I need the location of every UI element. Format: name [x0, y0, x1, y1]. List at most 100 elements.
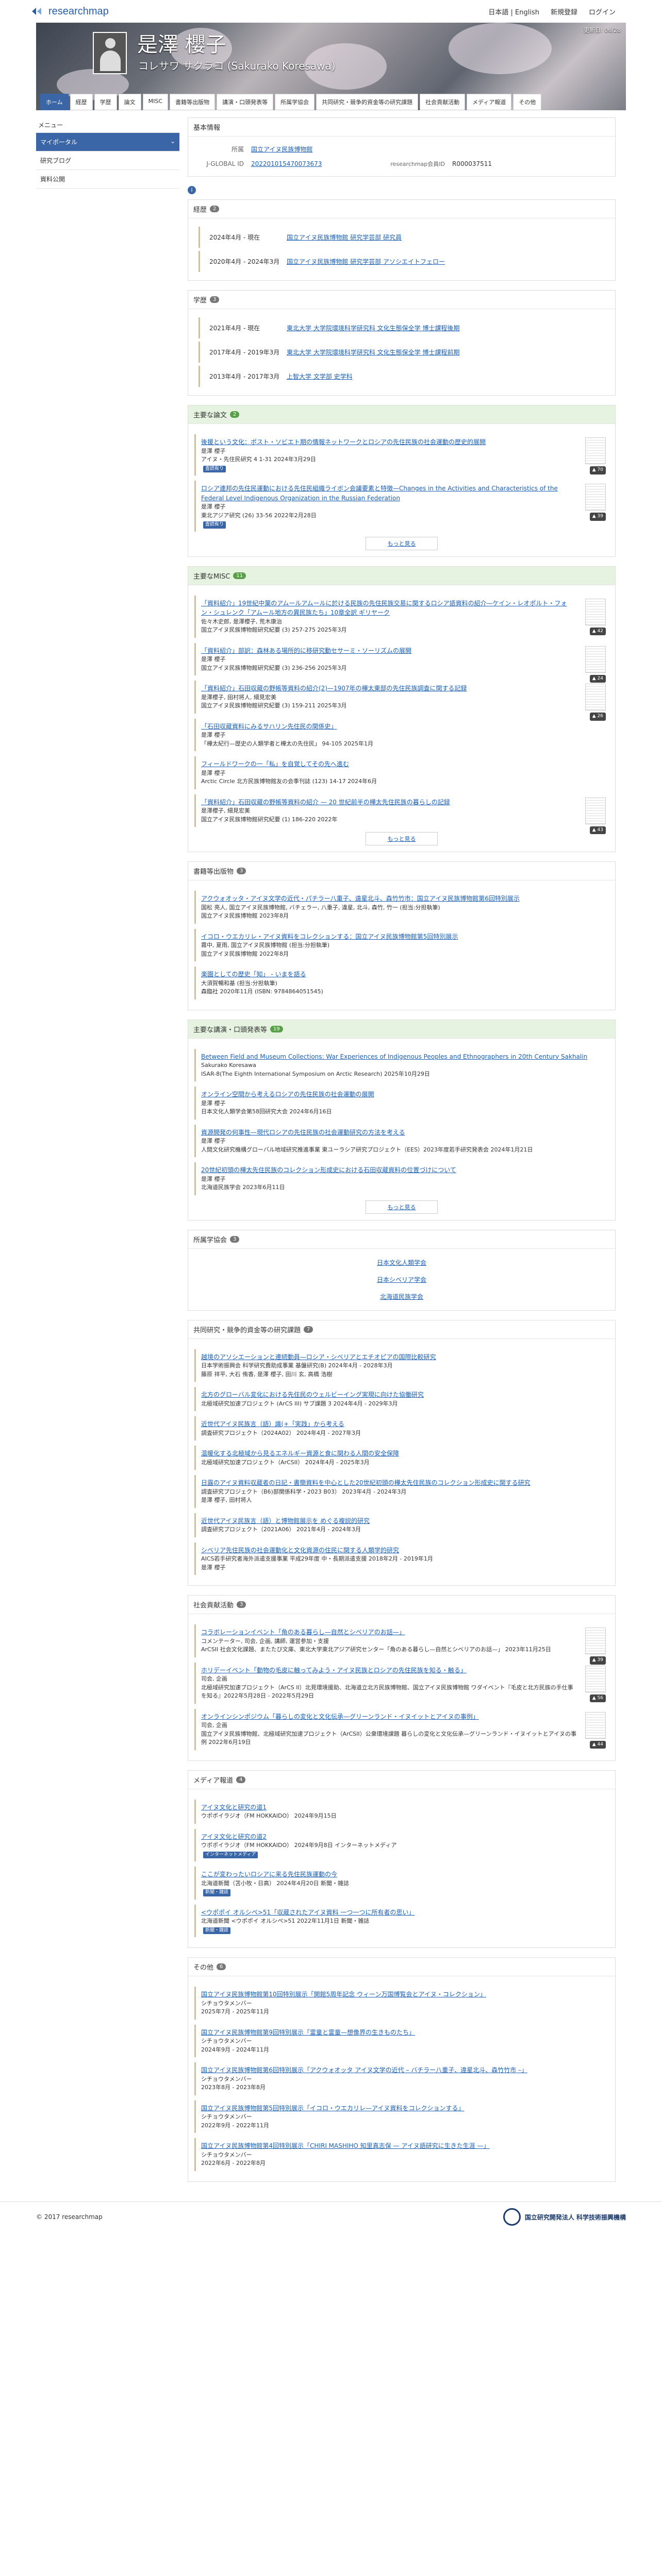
document-thumbnail[interactable] — [585, 1711, 606, 1739]
list-item: 越境のアソシエーションと連続動員—ロシア・シベリアとエチオピアの国際比較研究 日本… — [194, 1349, 609, 1382]
sidebar-item-blog[interactable]: 研究ブログ — [36, 151, 179, 170]
entry-title[interactable]: 国立アイヌ民族博物館第6回特別展示「アクウォオッタ アイヌ文学の近代 – バチラ… — [201, 2066, 527, 2074]
entry-title[interactable]: <ウポポイ オルシペ>51「収蔵されたアイヌ資料 一つ一つに所有者の思い」 — [201, 1909, 415, 1916]
list-item: 国立アイヌ民族博物館第10回特別展示「開館5周年記念 ウィーン万国博覧会とアイヌ… — [194, 1987, 609, 2020]
entry-title[interactable]: アイヌ文化と研究の道1 — [201, 1804, 267, 1811]
tab-misc[interactable]: MISC — [142, 94, 169, 110]
tab-media[interactable]: メディア報道 — [467, 94, 512, 110]
entry-source: 是澤 櫻子 — [201, 1564, 226, 1571]
login-link[interactable]: ログイン — [589, 7, 616, 16]
tab-books[interactable]: 書籍等出版物 — [170, 94, 216, 110]
entry-title[interactable]: 北方のグローバル変化における先住民のウェルビーイング実現に向けた協働研究 — [201, 1391, 424, 1398]
entry-title[interactable]: ホリデーイベント「動物の毛皮に触ってみよう・アイヌ民族とロシアの先住民族を知る・… — [201, 1667, 467, 1674]
entry-link[interactable]: 東北大学 大学院環境科学研究科 文化生態保全学 博士課程前期 — [287, 348, 459, 357]
jglobal-link[interactable]: 202201015470073673 — [251, 160, 380, 167]
entry-title[interactable]: 「資料紹介」石田収蔵の野帳等資料の紹介(2)—1907年の樺太東部の先住民族調査… — [201, 685, 467, 692]
document-thumbnail[interactable] — [585, 646, 606, 673]
language-switch[interactable]: 日本語 | English — [488, 7, 539, 16]
document-thumbnail[interactable] — [585, 598, 606, 625]
document-thumbnail[interactable] — [585, 684, 606, 710]
entry-title[interactable]: 日露のアイヌ資料収蔵者の日記・書簡資料を中心とした20世紀初頭の樺太先住民族のコ… — [201, 1479, 531, 1486]
signup-link[interactable]: 新規登録 — [551, 7, 577, 16]
entry-title[interactable]: 「石田収蔵資料にみるサハリン先住民の関係史」 — [201, 723, 337, 730]
tab-career[interactable]: 経歴 — [70, 94, 93, 110]
list-item: 後援という文化：ポスト・ソビエト期の情報ネットワークとロシアの先住民族の社会運動… — [194, 434, 609, 476]
jst-logo[interactable]: 国立研究開発法人 科学技術振興機構 — [503, 2208, 626, 2226]
entry-source: 国立アイヌ民族博物館、北極域研究加速プロジェクト（ArCSII）公衆環境課題 暮… — [201, 1730, 577, 1746]
entry-title[interactable]: 「資料紹介」19世紀中葉のアムールアムールに於ける民族の先住民族交易に関するロシ… — [201, 600, 567, 617]
entry-title[interactable]: 越境のアソシエーションと連続動員—ロシア・シベリアとエチオピアの国際比較研究 — [201, 1353, 436, 1361]
entry-link[interactable]: 東北大学 大学院環境科学研究科 文化生態保全学 博士課程後期 — [287, 324, 459, 332]
tab-societies[interactable]: 所属学協会 — [275, 94, 315, 110]
section-title: 経歴 — [193, 206, 207, 214]
entry-title[interactable]: ここが変わったいロシアに来る先住民族運動の今 — [201, 1871, 337, 1878]
more-button[interactable]: もっと見る — [366, 1200, 438, 1214]
entry-title[interactable]: 近世代アイヌ民族言（語）と博物館展示を めぐる複説的研究 — [201, 1517, 370, 1524]
entry-title[interactable]: オンライン空間から考えるロシアの先住民族の社会運動の展開 — [201, 1091, 374, 1098]
society-link[interactable]: 日本シベリア学会 — [377, 1276, 426, 1283]
entry-title[interactable]: 国立アイヌ民族博物館第5回特別展示「イコロ・ウエカリレ—アイヌ資料をコレクション… — [201, 2105, 464, 2112]
list-item: アクウォオッタ・アイヌ文学の近代・パチラー八重子、遠星北斗、森竹竹市：国立アイヌ… — [194, 891, 609, 924]
entry-title[interactable]: 温暖化する北極域から見るエネルギー資源と食に関わる人間の安全保障 — [201, 1450, 399, 1457]
tab-projects[interactable]: 共同研究・競争的資金等の研究課題 — [316, 94, 419, 110]
top-nav: 日本語 | English 新規登録 ログイン — [488, 7, 616, 16]
entry-link[interactable]: 国立アイヌ民族博物館 研究学芸部 研究員 — [287, 233, 402, 242]
document-thumbnail[interactable] — [585, 797, 606, 824]
document-thumbnail[interactable] — [585, 1665, 606, 1692]
affiliation-link[interactable]: 国立アイヌ民族博物館 — [251, 145, 380, 154]
entry-authors: 是澤 櫻子 — [201, 1175, 226, 1182]
section-title: その他 — [193, 1964, 214, 1972]
entry-title[interactable]: 楽園としての歴史「知」 - いまを語る — [201, 971, 306, 978]
sidebar-item-myportal[interactable]: マイポータル ⌄ — [36, 133, 179, 151]
tab-papers[interactable]: 論文 — [118, 94, 141, 110]
more-button[interactable]: もっと見る — [366, 832, 438, 845]
logo[interactable]: researchmap — [31, 6, 109, 18]
tab-home[interactable]: ホーム — [40, 94, 69, 110]
entry-title[interactable]: 資源開発の何事性—現代ロシアの先住民族の社会運動研究の方法を考える — [201, 1129, 405, 1136]
sidebar-item-materials[interactable]: 資料公開 — [36, 170, 179, 189]
section-title: 書籍等出版物 — [193, 868, 234, 876]
entry-title[interactable]: Between Field and Museum Collections: Wa… — [201, 1053, 587, 1060]
entry-title[interactable]: オンラインシンポジウム「暮らしの変化と文化伝承—グリーンランド・イヌイットとアイ… — [201, 1713, 479, 1720]
tag-badge: インターネットメディア — [203, 1851, 258, 1858]
entry-title[interactable]: フィールドワークの一「私」を自覚してその先へ進む — [201, 760, 349, 768]
chevron-down-icon: ⌄ — [170, 138, 175, 145]
document-thumbnail[interactable] — [585, 1628, 606, 1654]
more-button[interactable]: もっと見る — [366, 536, 438, 550]
entry-title[interactable]: 近世代アイヌ民族言（語）識(+「実践」から考える — [201, 1420, 344, 1428]
entry-title[interactable]: アイヌ文化と研究の道2 — [201, 1833, 267, 1840]
tab-talks[interactable]: 講演・口頭発表等 — [217, 94, 274, 110]
tab-education[interactable]: 学歴 — [94, 94, 117, 110]
entry-title[interactable]: 20世紀初頭の樺太先住民族のコレクション形成史における石田収蔵資料の位置づけにつ… — [201, 1166, 456, 1174]
entry-source: 北海道民族学会 2023年6月11日 — [201, 1184, 285, 1191]
entry-title[interactable]: 「資料紹介」部訳：森林ある場所的に移研究動セサーミ・ソーリズムの展開 — [201, 647, 411, 654]
document-thumbnail[interactable] — [585, 484, 606, 511]
entry-link[interactable]: 国立アイヌ民族博物館 研究学芸部 アソシエイトフェロー — [287, 257, 445, 266]
tab-other[interactable]: その他 — [513, 94, 542, 110]
entry-title[interactable]: アクウォオッタ・アイヌ文学の近代・パチラー八重子、遠星北斗、森竹竹市：国立アイヌ… — [201, 895, 520, 902]
entry-title[interactable]: イコロ・ウエカリレ・アイヌ資料をコレクションする：国立アイヌ民族博物館第5回特別… — [201, 933, 458, 940]
entry-authors: 是澤 櫻子 — [201, 447, 226, 454]
info-icon[interactable]: i — [188, 186, 196, 194]
entry-title[interactable]: 国立アイヌ民族博物館第10回特別展示「開館5周年記念 ウィーン万国博覧会とアイヌ… — [201, 1991, 486, 1998]
entry-title[interactable]: 国立アイヌ民族博物館第4回特別展示「CHIRI MASHIHO 知里真志保 — … — [201, 2142, 490, 2149]
entry-title[interactable]: 後援という文化：ポスト・ソビエト期の情報ネットワークとロシアの先住民族の社会運動… — [201, 438, 486, 446]
entry-title[interactable]: コラボレーションイベント「角のある暮らし—自然とシベリアのお話—」 — [201, 1629, 405, 1636]
entry-link[interactable]: 上智大学 文学部 史学科 — [287, 372, 353, 381]
entry-title[interactable]: 「資料紹介」石田収蔵の野帳等資料の紹介 — 20 世紀前半の樺太先住民族の暮らし… — [201, 799, 450, 806]
society-link[interactable]: 日本文化人類学会 — [377, 1259, 426, 1266]
list-item: 近世代アイヌ民族言（語）識(+「実践」から考える 調査研究プロジェクト（2024A… — [194, 1416, 609, 1440]
entry-source: 国立アイヌ民族博物館 2023年8月 — [201, 912, 289, 919]
info-label: researchmap会員ID — [390, 161, 445, 167]
entry-title[interactable]: シベリア先住民族の社会運動化と文化資源の住民に関する人類学的研究 — [201, 1547, 399, 1554]
section-title: 共同研究・競争的資金等の研究課題 — [193, 1326, 301, 1334]
document-thumbnail[interactable] — [585, 437, 606, 464]
entry-authors: コメンテーター, 司会, 企画, 講師, 運営参加・支援 — [201, 1637, 329, 1645]
society-link[interactable]: 北海道民族学会 — [380, 1293, 423, 1300]
tab-social[interactable]: 社会貢献活動 — [420, 94, 466, 110]
entry-authors: 大須賀暢和基 (担当:分担執筆) — [201, 979, 277, 987]
entry-title[interactable]: ロシア連邦の先住民運動における先住民組織ライボン会議要素と特徴—Changes … — [201, 485, 558, 502]
entry-title[interactable]: 国立アイヌ民族博物館第9回特別展示「霊童と霊童—想像界の生きものたち」 — [201, 2029, 415, 2036]
entry-date: 2021年4月 - 現在 — [209, 325, 260, 332]
entry-source: 2023年8月 - 2023年8月 — [201, 2084, 266, 2091]
